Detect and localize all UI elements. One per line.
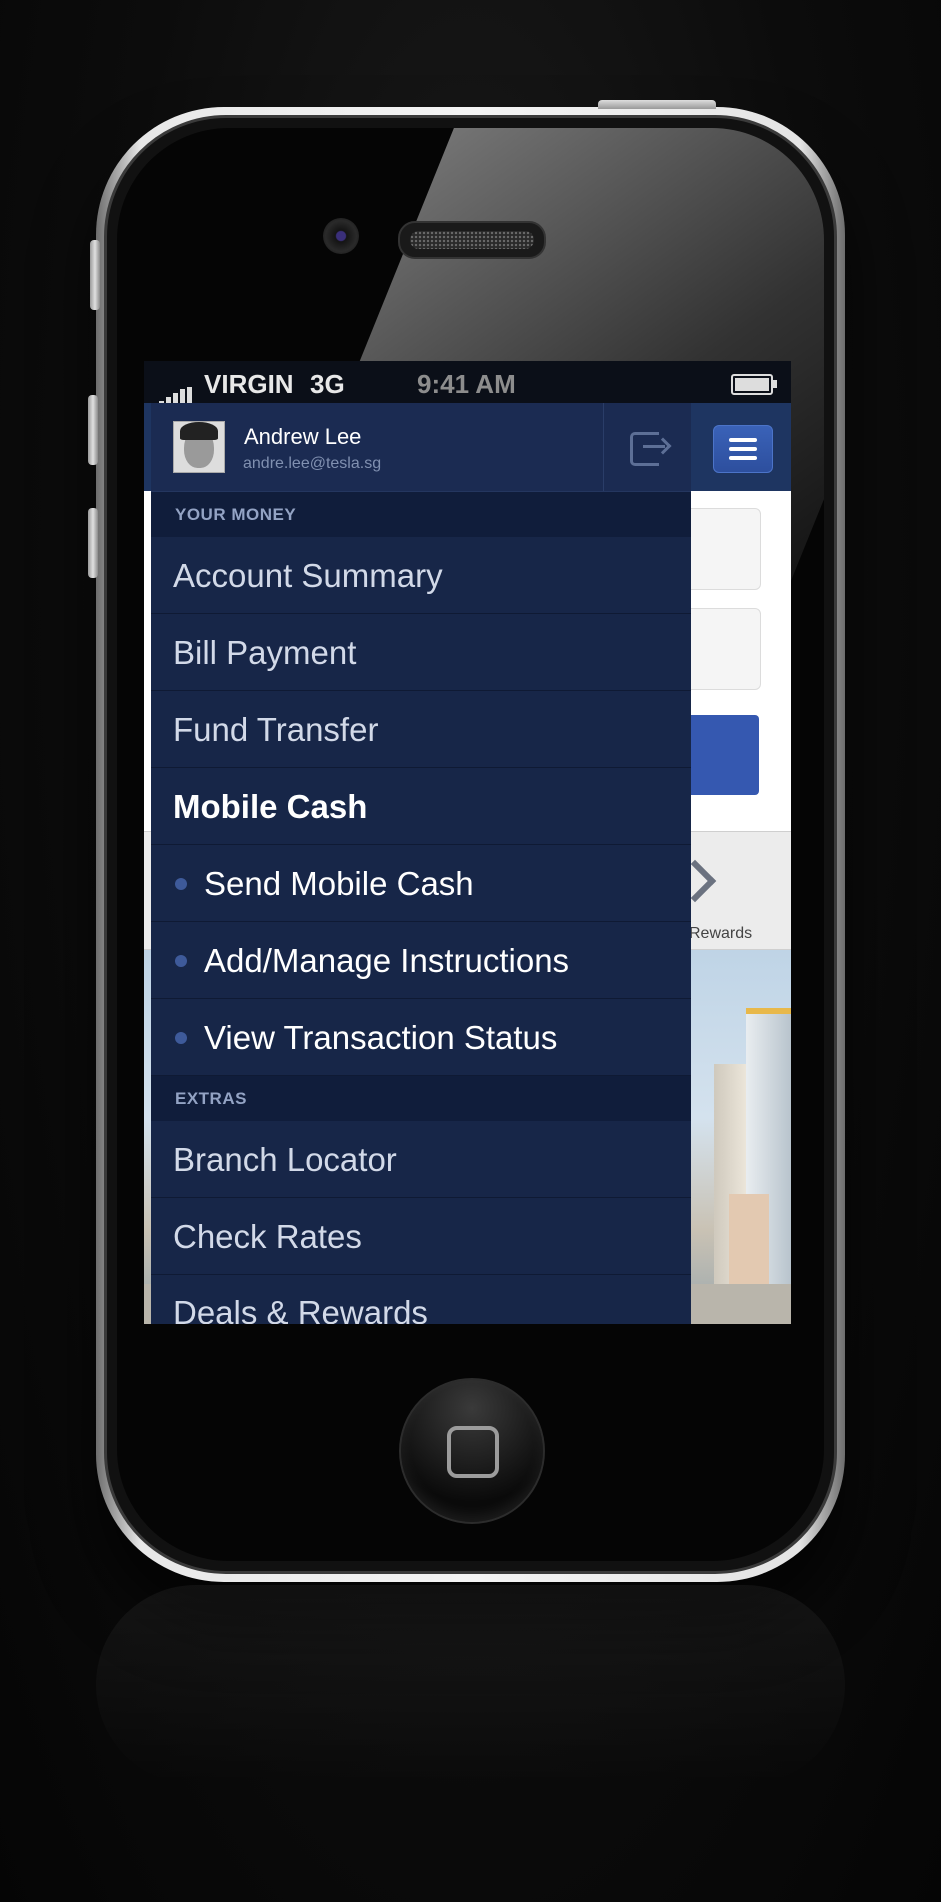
- menu-item-deals-rewards[interactable]: Deals & Rewards: [151, 1275, 691, 1324]
- signal-icon: [159, 375, 194, 406]
- submenu-item-send-mobile-cash[interactable]: Send Mobile Cash: [151, 845, 691, 922]
- menu-icon: [729, 438, 757, 442]
- menu-item-check-rates[interactable]: Check Rates: [151, 1198, 691, 1275]
- power-button: [598, 100, 716, 109]
- status-time: 9:41 AM: [417, 369, 516, 399]
- status-bar: VIRGIN 3G 9:41 AM: [144, 361, 791, 406]
- section-extras: EXTRAS: [151, 1076, 691, 1121]
- menu-item-account-summary[interactable]: Account Summary: [151, 537, 691, 614]
- logout-icon: [630, 432, 665, 466]
- navigation-drawer: Andrew Lee andre.lee@tesla.sg YOUR MONEY…: [151, 403, 691, 1324]
- home-button[interactable]: [399, 1378, 545, 1524]
- menu-item-fund-transfer[interactable]: Fund Transfer: [151, 691, 691, 768]
- carrier-name: VIRGIN: [204, 369, 294, 399]
- menu-button[interactable]: [713, 425, 773, 473]
- user-name: Andrew Lee: [244, 424, 362, 449]
- front-camera: [323, 218, 359, 254]
- menu-item-bill-payment[interactable]: Bill Payment: [151, 614, 691, 691]
- section-your-money: YOUR MONEY: [151, 492, 691, 537]
- volume-up-button: [88, 395, 98, 465]
- mute-switch: [90, 240, 100, 310]
- menu-item-mobile-cash[interactable]: Mobile Cash: [151, 768, 691, 845]
- submenu-item-add-manage-instructions[interactable]: Add/Manage Instructions: [151, 922, 691, 999]
- submenu-item-view-transaction-status[interactable]: View Transaction Status: [151, 999, 691, 1076]
- battery-icon: [731, 374, 777, 395]
- menu-item-branch-locator[interactable]: Branch Locator: [151, 1121, 691, 1198]
- volume-down-button: [88, 508, 98, 578]
- avatar: [173, 421, 225, 473]
- earpiece-speaker: [398, 221, 546, 259]
- drawer-header: Andrew Lee andre.lee@tesla.sg: [151, 403, 691, 492]
- rewards-tile-label[interactable]: Rewards: [689, 925, 752, 943]
- menu-item-deals-rewards-label: Deals & Rewards: [173, 1294, 428, 1324]
- network-type: 3G: [310, 369, 345, 399]
- phone-reflection: [96, 1585, 845, 1785]
- user-email: andre.lee@tesla.sg: [243, 455, 382, 472]
- logout-button[interactable]: [603, 403, 691, 491]
- phone-screen: VIRGIN 3G 9:41 AM Rewards Andrew Lee and…: [144, 361, 791, 1324]
- home-square-icon: [447, 1426, 499, 1478]
